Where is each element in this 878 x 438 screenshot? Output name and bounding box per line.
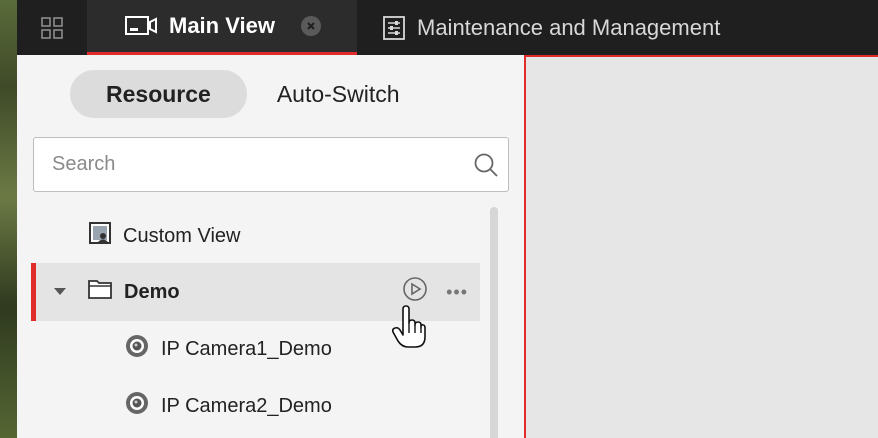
segment-resource[interactable]: Resource [70, 70, 247, 118]
tab-maintenance-management[interactable]: Maintenance and Management [357, 0, 734, 55]
tree-item-camera-2[interactable]: IP Camera2_Demo [31, 377, 480, 435]
tab-maintenance-label: Maintenance and Management [417, 14, 721, 40]
custom-view-icon [89, 222, 111, 250]
settings-panel-icon [383, 15, 405, 40]
video-viewport[interactable] [524, 55, 878, 438]
tree-item-label: Custom View [123, 224, 241, 247]
camera-icon [125, 391, 149, 421]
search-input[interactable] [52, 153, 464, 176]
hand-cursor-icon [392, 305, 426, 348]
camera-icon [125, 334, 149, 364]
resource-sidebar: Resource Auto-Switch Custom View [17, 55, 524, 438]
tab-main-view-label: Main View [169, 13, 275, 38]
segment-control: Resource Auto-Switch [70, 70, 422, 118]
tree-item-label: IP Camera2_Demo [161, 394, 332, 417]
monitor-icon [125, 15, 157, 37]
search-box [33, 137, 509, 192]
close-icon[interactable] [300, 16, 321, 36]
background-strip [0, 0, 17, 438]
tree-item-custom-view[interactable]: Custom View [31, 207, 480, 265]
search-icon[interactable] [464, 152, 508, 178]
more-options-icon[interactable]: ••• [446, 282, 468, 303]
play-icon[interactable] [402, 276, 428, 308]
app-grid-button[interactable] [17, 0, 87, 55]
grid-icon [41, 16, 63, 39]
folder-icon [88, 279, 112, 305]
tab-main-view[interactable]: Main View [87, 0, 357, 55]
segment-auto-switch[interactable]: Auto-Switch [255, 70, 422, 118]
top-bar: Main View Maintenance and Management [17, 0, 878, 55]
caret-down-icon[interactable] [50, 288, 70, 296]
tree-item-label: Demo [124, 280, 180, 303]
tree-item-label: IP Camera1_Demo [161, 337, 332, 360]
scrollbar[interactable] [490, 207, 498, 438]
